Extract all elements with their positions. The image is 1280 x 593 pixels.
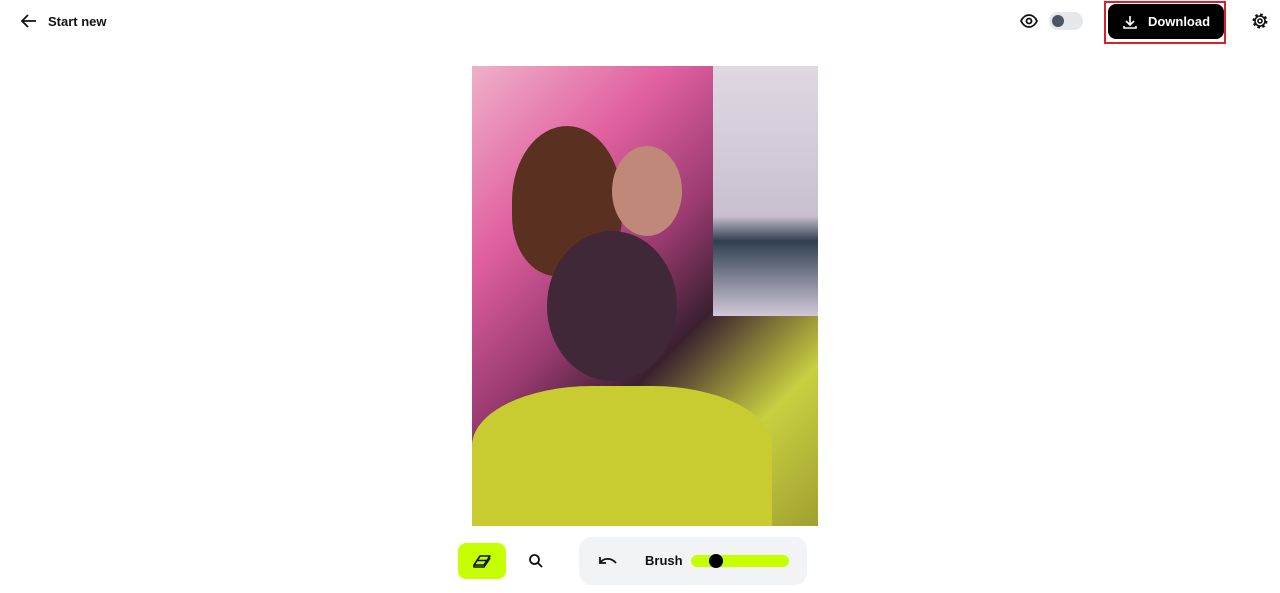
toggle-knob: [1052, 15, 1064, 27]
eraser-icon: [473, 555, 491, 568]
gear-icon[interactable]: [1251, 12, 1269, 30]
arrow-left-icon: [20, 14, 36, 28]
photo-window: [713, 66, 818, 316]
brush-label: Brush: [645, 553, 683, 568]
photo-person: [547, 231, 677, 381]
edited-photo[interactable]: [472, 66, 818, 526]
download-icon: [1123, 15, 1137, 29]
brush-panel: Brush: [579, 537, 807, 585]
photo-clothing: [472, 386, 772, 526]
slider-knob[interactable]: [708, 554, 723, 568]
search-icon: [529, 554, 543, 568]
photo-person: [612, 146, 682, 236]
zoom-tool-button[interactable]: [522, 543, 550, 579]
start-new-button[interactable]: Start new: [20, 10, 107, 32]
download-button[interactable]: Download: [1108, 4, 1224, 39]
eye-icon[interactable]: [1020, 12, 1038, 30]
brush-size-slider[interactable]: [691, 554, 789, 568]
download-label: Download: [1147, 14, 1211, 29]
start-new-label: Start new: [48, 13, 107, 29]
preview-toggle[interactable]: [1049, 12, 1083, 30]
undo-icon[interactable]: [597, 551, 619, 571]
eraser-tool-button[interactable]: [458, 543, 506, 579]
